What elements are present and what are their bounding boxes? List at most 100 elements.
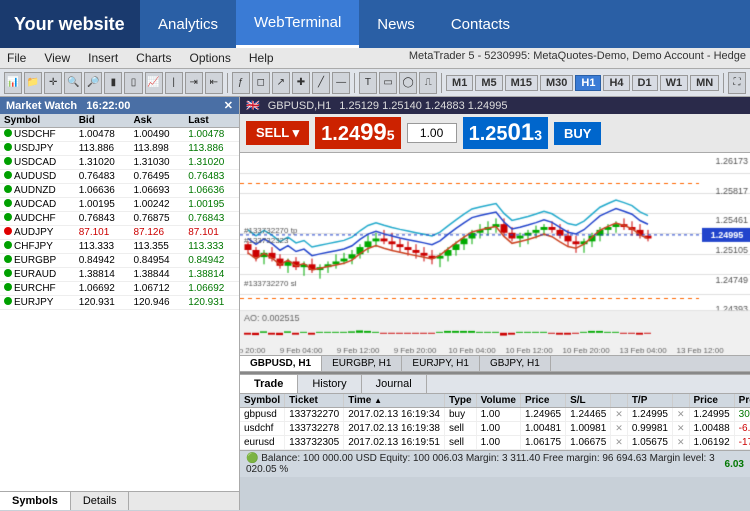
mw-tab-details[interactable]: Details xyxy=(71,492,130,510)
nav-analytics[interactable]: Analytics xyxy=(140,0,236,48)
tb-hline[interactable]: — xyxy=(332,72,350,94)
tb-rectangle[interactable]: ▭ xyxy=(379,72,397,94)
tb-zoom-in[interactable]: 🔍 xyxy=(64,72,82,94)
trade-col-volume[interactable]: Volume xyxy=(476,394,520,408)
trade-tp-x[interactable]: ✕ xyxy=(672,436,689,450)
tb-new-chart[interactable]: 📊 xyxy=(4,72,22,94)
trade-col-ticket[interactable]: Ticket xyxy=(285,394,344,408)
chart-tab-eurjpy[interactable]: EURJPY, H1 xyxy=(402,356,480,371)
tb-fib[interactable]: ⎍ xyxy=(419,72,437,94)
tb-period-sep[interactable]: | xyxy=(165,72,183,94)
market-watch-row[interactable]: EURCHF 1.06692 1.06712 1.06692 xyxy=(0,282,239,296)
bottom-tabs: Trade History Journal xyxy=(240,374,750,393)
tf-h4[interactable]: H4 xyxy=(603,75,629,91)
tb-line[interactable]: ╱ xyxy=(312,72,330,94)
trade-tp-x[interactable]: ✕ xyxy=(672,408,689,422)
menu-charts[interactable]: Charts xyxy=(133,50,174,66)
tb-candle-chart[interactable]: ▯ xyxy=(124,72,142,94)
tf-mn[interactable]: MN xyxy=(690,75,719,91)
mw-bid: 120.931 xyxy=(75,296,130,310)
trade-col-symbol[interactable]: Symbol xyxy=(240,394,285,408)
tb-crosshair2[interactable]: ✚ xyxy=(292,72,310,94)
tb-shift[interactable]: ⇤ xyxy=(205,72,223,94)
mw-tab-symbols[interactable]: Symbols xyxy=(0,492,71,510)
trade-col-type[interactable]: Type xyxy=(444,394,476,408)
trade-sl-x[interactable]: ✕ xyxy=(611,408,628,422)
trade-col-curprice[interactable]: Price xyxy=(689,394,734,408)
trade-row[interactable]: gbpusd 133732270 2017.02.13 16:19:34 buy… xyxy=(240,408,750,422)
tb-objects[interactable]: ◻ xyxy=(252,72,270,94)
tf-m30[interactable]: M30 xyxy=(540,75,573,91)
menu-options[interactable]: Options xyxy=(187,50,234,66)
trade-col-time[interactable]: Time ▲ xyxy=(344,394,445,408)
trade-col-sl[interactable]: S/L xyxy=(566,394,611,408)
tb-arrow[interactable]: ↗ xyxy=(272,72,290,94)
tf-m5[interactable]: M5 xyxy=(475,75,502,91)
tf-w1[interactable]: W1 xyxy=(660,75,689,91)
tb-fullscreen[interactable]: ⛶ xyxy=(728,72,746,94)
bottom-tab-history[interactable]: History xyxy=(298,375,361,393)
trade-sl: 1.06675 xyxy=(566,436,611,450)
trade-col-price[interactable]: Price xyxy=(520,394,565,408)
tf-h1[interactable]: H1 xyxy=(575,75,601,91)
tb-zoom-out[interactable]: 🔎 xyxy=(84,72,102,94)
mw-bid: 113.886 xyxy=(75,142,130,156)
bottom-tab-journal[interactable]: Journal xyxy=(362,375,427,393)
menu-view[interactable]: View xyxy=(41,50,73,66)
chart-tab-gbpusd[interactable]: GBPUSD, H1 xyxy=(240,356,322,371)
trade-col-tp[interactable]: T/P xyxy=(627,394,672,408)
tb-profiles[interactable]: 📁 xyxy=(24,72,42,94)
tf-m1[interactable]: M1 xyxy=(446,75,473,91)
sell-button[interactable]: SELL ▾ xyxy=(246,121,309,145)
tb-ellipse[interactable]: ◯ xyxy=(399,72,417,94)
buy-price-main: 01 xyxy=(508,119,535,147)
mw-status-dot xyxy=(4,185,12,193)
chart-header: 🇬🇧 GBPUSD,H1 1.25129 1.25140 1.24883 1.2… xyxy=(240,97,750,114)
menu-insert[interactable]: Insert xyxy=(85,50,121,66)
tb-indicators[interactable]: ƒ xyxy=(232,72,250,94)
market-watch-row[interactable]: AUDJPY 87.101 87.126 87.101 xyxy=(0,226,239,240)
trade-sl-x[interactable]: ✕ xyxy=(611,436,628,450)
market-watch-close[interactable]: ✕ xyxy=(224,99,233,112)
mw-ask: 1.00242 xyxy=(129,198,184,212)
nav-news[interactable]: News xyxy=(359,0,433,48)
nav-webterminal[interactable]: WebTerminal xyxy=(236,0,359,48)
tf-m15[interactable]: M15 xyxy=(505,75,538,91)
tb-bar-chart[interactable]: ▮ xyxy=(104,72,122,94)
market-watch-row[interactable]: USDCHF 1.00478 1.00490 1.00478 xyxy=(0,128,239,142)
market-watch-row[interactable]: EURAUD 1.38814 1.38844 1.38814 xyxy=(0,268,239,282)
market-watch-row[interactable]: USDJPY 113.886 113.898 113.886 xyxy=(0,142,239,156)
tb-crosshair[interactable]: ✛ xyxy=(44,72,62,94)
chart-tab-eurgbp[interactable]: EURGBP, H1 xyxy=(322,356,402,371)
nav-contacts[interactable]: Contacts xyxy=(433,0,528,48)
trade-sl-x[interactable]: ✕ xyxy=(611,422,628,436)
site-title: Your website xyxy=(0,0,140,48)
trade-row[interactable]: usdchf 133732278 2017.02.13 16:19:38 sel… xyxy=(240,422,750,436)
trade-tp-x[interactable]: ✕ xyxy=(672,422,689,436)
bottom-tab-trade[interactable]: Trade xyxy=(240,375,298,393)
market-watch-row[interactable]: EURJPY 120.931 120.946 120.931 xyxy=(0,296,239,310)
trade-col-profit[interactable]: Profit xyxy=(734,394,750,408)
market-watch-row[interactable]: AUDNZD 1.06636 1.06693 1.06636 xyxy=(0,184,239,198)
chart-canvas[interactable] xyxy=(240,153,750,355)
mw-status-dot xyxy=(4,297,12,305)
chart-tab-gbpjpy[interactable]: GBJPY, H1 xyxy=(480,356,551,371)
menu-file[interactable]: File xyxy=(4,50,29,66)
market-watch-row[interactable]: USDCAD 1.31020 1.31030 1.31020 xyxy=(0,156,239,170)
market-watch-row[interactable]: AUDCHF 0.76843 0.76875 0.76843 xyxy=(0,212,239,226)
market-watch-row[interactable]: CHFJPY 113.333 113.355 113.333 xyxy=(0,240,239,254)
tf-d1[interactable]: D1 xyxy=(632,75,658,91)
trade-row[interactable]: eurusd 133732305 2017.02.13 16:19:51 sel… xyxy=(240,436,750,450)
mw-status-dot xyxy=(4,199,12,207)
market-watch-row[interactable]: EURGBP 0.84942 0.84954 0.84942 xyxy=(0,254,239,268)
tb-line-chart[interactable]: 📈 xyxy=(145,72,163,94)
market-watch-row[interactable]: AUDUSD 0.76483 0.76495 0.76483 xyxy=(0,170,239,184)
menu-help[interactable]: Help xyxy=(246,50,277,66)
tb-text[interactable]: T xyxy=(359,72,377,94)
mw-last: 1.06636 xyxy=(184,184,239,198)
buy-button[interactable]: BUY xyxy=(554,122,601,145)
lot-input[interactable] xyxy=(407,123,457,143)
market-watch-row[interactable]: AUDCAD 1.00195 1.00242 1.00195 xyxy=(0,198,239,212)
tb-auto-scroll[interactable]: ⇥ xyxy=(185,72,203,94)
candle-chart-area[interactable] xyxy=(240,153,750,355)
